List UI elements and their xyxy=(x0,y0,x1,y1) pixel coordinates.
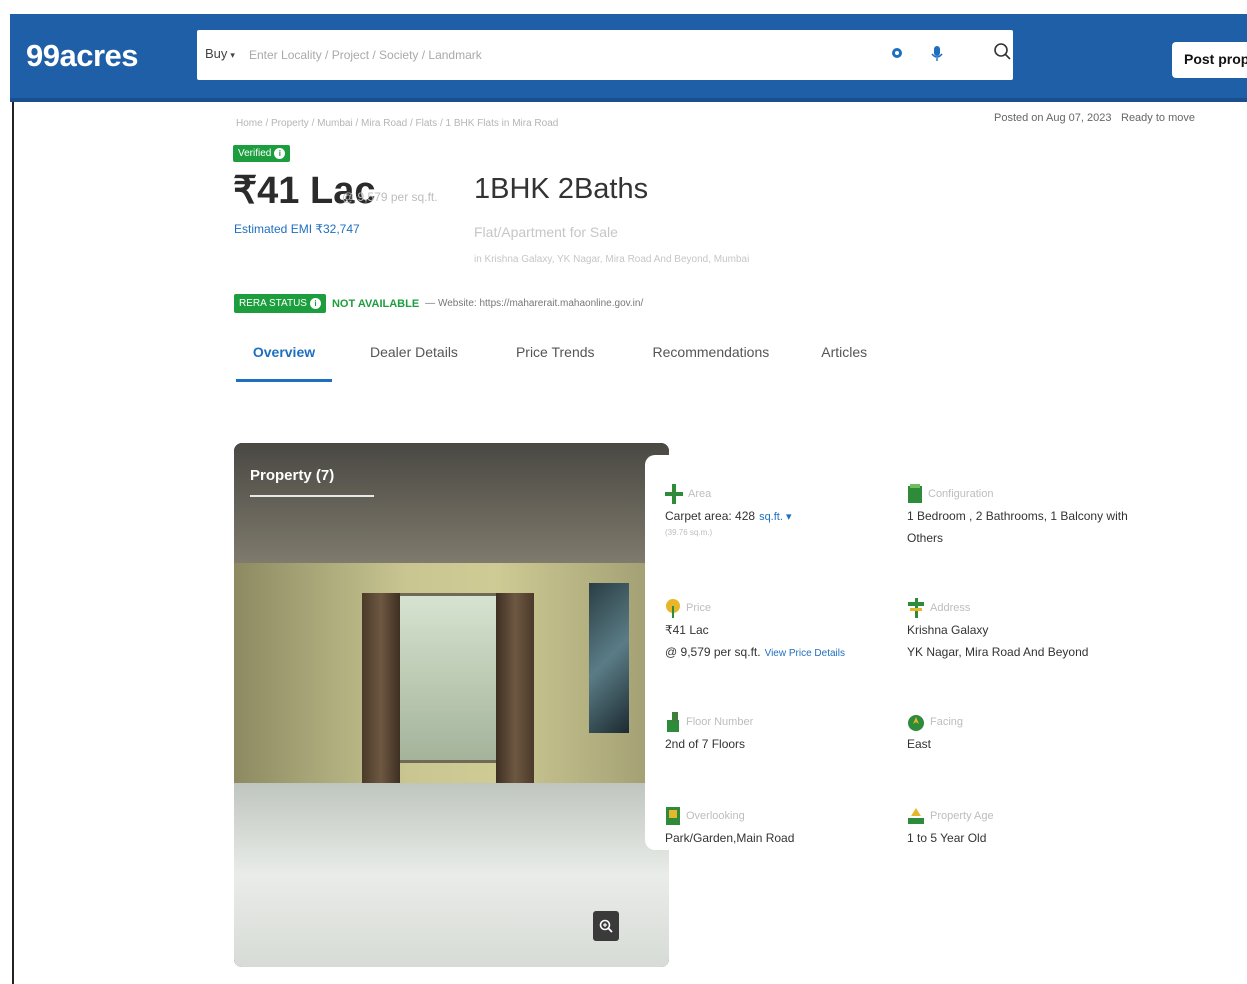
detail-address-value-1: Krishna Galaxy xyxy=(907,623,989,637)
zoom-icon[interactable] xyxy=(593,911,619,941)
chevron-down-icon: ▾ xyxy=(230,50,235,60)
detail-address: Address Krishna Galaxy YK Nagar, Mira Ro… xyxy=(907,597,1137,663)
tab-dealer-details[interactable]: Dealer Details xyxy=(370,338,458,382)
detail-price-value-1: ₹41 Lac xyxy=(665,623,709,637)
rera-status-value: NOT AVAILABLE xyxy=(331,297,420,310)
listing-address: in Krishna Galaxy, YK Nagar, Mira Road A… xyxy=(474,254,750,265)
view-price-details-link[interactable]: View Price Details xyxy=(765,648,845,659)
section-tabs: Overview Dealer Details Price Trends Rec… xyxy=(236,338,867,382)
photo-label-underline xyxy=(250,495,374,497)
listing-config-title: 1BHK 2Baths xyxy=(474,173,649,205)
posted-date: Posted on Aug 07, 2023 xyxy=(994,112,1112,124)
chevron-down-icon: ▾ xyxy=(785,511,792,523)
tab-articles[interactable]: Articles xyxy=(821,338,867,382)
rera-badge-label: RERA STATUS xyxy=(239,298,307,309)
detail-property-age-value: 1 to 5 Year Old xyxy=(907,831,987,845)
tab-recommendations[interactable]: Recommendations xyxy=(653,338,770,382)
site-logo[interactable]: 99acres xyxy=(26,38,139,74)
detail-configuration: Configuration 1 Bedroom , 2 Bathrooms, 1… xyxy=(907,483,1137,549)
detail-overlooking: Overlooking Park/Garden,Main Road xyxy=(665,805,875,849)
area-icon xyxy=(665,484,683,504)
rera-status-badge: RERA STATUS i xyxy=(234,294,326,313)
detail-floor: Floor Number 2nd of 7 Floors xyxy=(665,711,875,755)
address-icon xyxy=(908,598,924,618)
detail-area-value: Carpet area: 428 xyxy=(665,509,756,523)
detail-floor-label: Floor Number xyxy=(686,716,754,728)
detail-address-label: Address xyxy=(930,602,971,614)
info-icon[interactable]: i xyxy=(309,298,321,309)
detail-overlooking-label: Overlooking xyxy=(686,810,745,822)
area-unit-dropdown[interactable]: sq.ft. ▾ xyxy=(759,511,791,523)
configuration-icon xyxy=(908,484,922,503)
property-subtype: Flat/Apartment for Sale xyxy=(474,224,618,240)
detail-configuration-label: Configuration xyxy=(928,488,994,500)
possession-status: Ready to move xyxy=(1121,112,1195,124)
tab-overview[interactable]: Overview xyxy=(236,338,332,382)
search-icon[interactable] xyxy=(993,42,1013,62)
price-per-sqft: @ 9,579 per sq.ft. xyxy=(342,190,438,204)
detail-facing-label: Facing xyxy=(930,716,964,728)
property-photo[interactable]: Property (7) xyxy=(234,443,669,967)
rera-website-link[interactable]: — Website: https://maharerait.mahaonline… xyxy=(425,298,643,309)
info-icon[interactable]: i xyxy=(274,148,286,159)
detail-configuration-value-2: Others xyxy=(907,531,944,545)
detail-facing: Facing East xyxy=(907,711,1137,755)
floor-icon xyxy=(667,712,679,732)
detail-price: Price ₹41 Lac @ 9,579 per sq.ft. View Pri… xyxy=(665,597,875,665)
detail-address-value-2: YK Nagar, Mira Road And Beyond xyxy=(907,645,1089,659)
detail-facing-value: East xyxy=(907,737,932,751)
buy-dropdown[interactable]: Buy ▾ xyxy=(205,46,235,61)
photo-count-label[interactable]: Property (7) xyxy=(250,467,334,484)
tab-price-trends[interactable]: Price Trends xyxy=(516,338,595,382)
verified-label: Verified xyxy=(238,148,272,159)
top-header: 99acres Buy▾ Post proper xyxy=(10,14,1247,102)
detail-configuration-value-1: 1 Bedroom , 2 Bathrooms, 1 Balcony with xyxy=(907,509,1128,523)
buy-dropdown-label: Buy xyxy=(205,46,228,61)
detail-area-label: Area xyxy=(688,488,712,500)
detail-price-value-2: @ 9,579 per sq.ft. xyxy=(665,645,761,659)
estimated-emi-link[interactable]: Estimated EMI ₹32,747 xyxy=(234,222,360,236)
microphone-icon[interactable] xyxy=(927,44,947,64)
overlooking-icon xyxy=(666,807,680,825)
search-input[interactable] xyxy=(249,40,869,70)
property-details-card: Area Carpet area: 428 sq.ft. ▾ (39.76 sq.… xyxy=(645,455,1135,850)
verified-badge: Verified i xyxy=(233,145,291,162)
compass-icon xyxy=(908,715,924,731)
search-bar: Buy ▾ xyxy=(197,30,1013,80)
price-icon xyxy=(666,599,680,618)
detail-price-label: Price xyxy=(686,602,712,614)
detail-property-age: Property Age 1 to 5 Year Old xyxy=(907,805,1137,849)
location-icon[interactable] xyxy=(887,44,907,64)
post-property-button[interactable]: Post proper xyxy=(1172,42,1247,78)
detail-overlooking-value: Park/Garden,Main Road xyxy=(665,831,795,845)
rera-status-row: RERA STATUS i NOT AVAILABLE — Website: h… xyxy=(234,294,643,313)
area-unit-label: sq.ft. xyxy=(759,511,783,523)
page-left-border xyxy=(12,100,14,984)
breadcrumb[interactable]: Home / Property / Mumbai / Mira Road / F… xyxy=(236,118,558,129)
detail-area: Area Carpet area: 428 sq.ft. ▾ (39.76 sq.… xyxy=(665,483,875,537)
detail-floor-value: 2nd of 7 Floors xyxy=(665,737,746,751)
detail-area-sub: (39.76 sq.m.) xyxy=(665,528,713,537)
detail-property-age-label: Property Age xyxy=(930,810,994,822)
property-age-icon xyxy=(908,808,924,824)
